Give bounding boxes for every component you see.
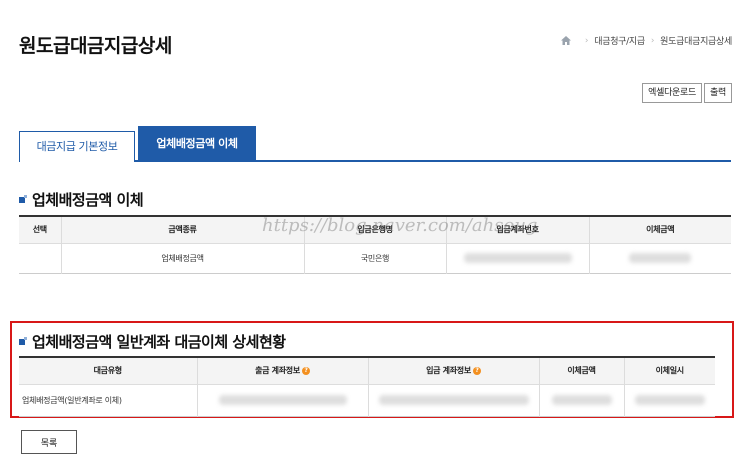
column-header: 이체금액	[588, 216, 731, 243]
transfer-datetime-cell	[623, 383, 715, 416]
info-icon[interactable]: ?	[301, 366, 310, 375]
breadcrumb-item-current: 원도급대금지급상세	[660, 37, 732, 47]
bank-name-cell: 국민은행	[303, 242, 446, 273]
list-button[interactable]: 목록	[21, 430, 77, 454]
section-title-text: 업체배정금액 이체	[32, 191, 144, 209]
tab-basic-info[interactable]: 대금지급 기본정보	[19, 131, 135, 162]
tab-assigned-amount-transfer[interactable]: 업체배정금액 이체	[138, 126, 256, 162]
watermark: https://blog.naver.com/ahsoug	[262, 215, 538, 236]
transfer-detail-table: 대금유형 출금 계좌정보? 입금 계좌정보? 이체금액 이체일시 업체배정금액(…	[19, 356, 715, 417]
payment-type-cell: 업체배정금액(일반계좌로 이체)	[19, 383, 197, 416]
account-number-cell	[445, 242, 589, 273]
withdrawal-account-cell	[196, 383, 368, 416]
section-bullet-icon	[19, 194, 27, 203]
redacted-value	[551, 395, 612, 405]
home-icon[interactable]	[560, 36, 571, 45]
breadcrumb: › 대금청구/지급 › 원도급대금지급상세	[560, 34, 732, 47]
column-header: 선택	[19, 216, 61, 243]
info-icon[interactable]: ?	[472, 366, 481, 375]
print-button[interactable]: 출력	[704, 83, 732, 103]
breadcrumb-item[interactable]: 대금청구/지급	[594, 34, 645, 47]
column-header: 출금 계좌정보?	[196, 357, 368, 384]
column-header: 이체일시	[623, 357, 715, 384]
redacted-value	[378, 395, 529, 405]
excel-download-button[interactable]: 엑셀다운로드	[642, 83, 702, 103]
amount-type-cell: 업체배정금액	[60, 242, 304, 273]
tab-bar: 대금지급 기본정보 업체배정금액 이체	[19, 126, 731, 162]
redacted-value	[463, 253, 572, 263]
chevron-right-icon: ›	[584, 35, 589, 46]
deposit-account-cell	[367, 383, 539, 416]
select-cell[interactable]	[19, 242, 61, 273]
column-header-label: 출금 계좌정보	[255, 366, 300, 376]
transfer-amount-cell	[588, 242, 731, 273]
page-title: 원도급대금지급상세	[19, 35, 172, 57]
transfer-amount-cell	[538, 383, 624, 416]
section-title: 업체배정금액 일반계좌 대금이체 상세현황	[19, 331, 286, 352]
column-header: 입금 계좌정보?	[367, 357, 539, 384]
redacted-value	[218, 395, 347, 405]
chevron-right-icon: ›	[650, 35, 655, 46]
column-header: 이체금액	[538, 357, 624, 384]
column-header-label: 입금 계좌정보	[426, 366, 471, 376]
section-title-text: 업체배정금액 일반계좌 대금이체 상세현황	[32, 333, 286, 351]
table-row: 업체배정금액(일반계좌로 이체)	[19, 383, 715, 416]
section-title: 업체배정금액 이체	[19, 189, 144, 210]
section-bullet-icon	[19, 336, 27, 345]
table-row: 업체배정금액 국민은행	[19, 242, 731, 273]
redacted-value	[634, 395, 705, 405]
column-header: 대금유형	[19, 357, 197, 384]
redacted-value	[629, 253, 692, 263]
